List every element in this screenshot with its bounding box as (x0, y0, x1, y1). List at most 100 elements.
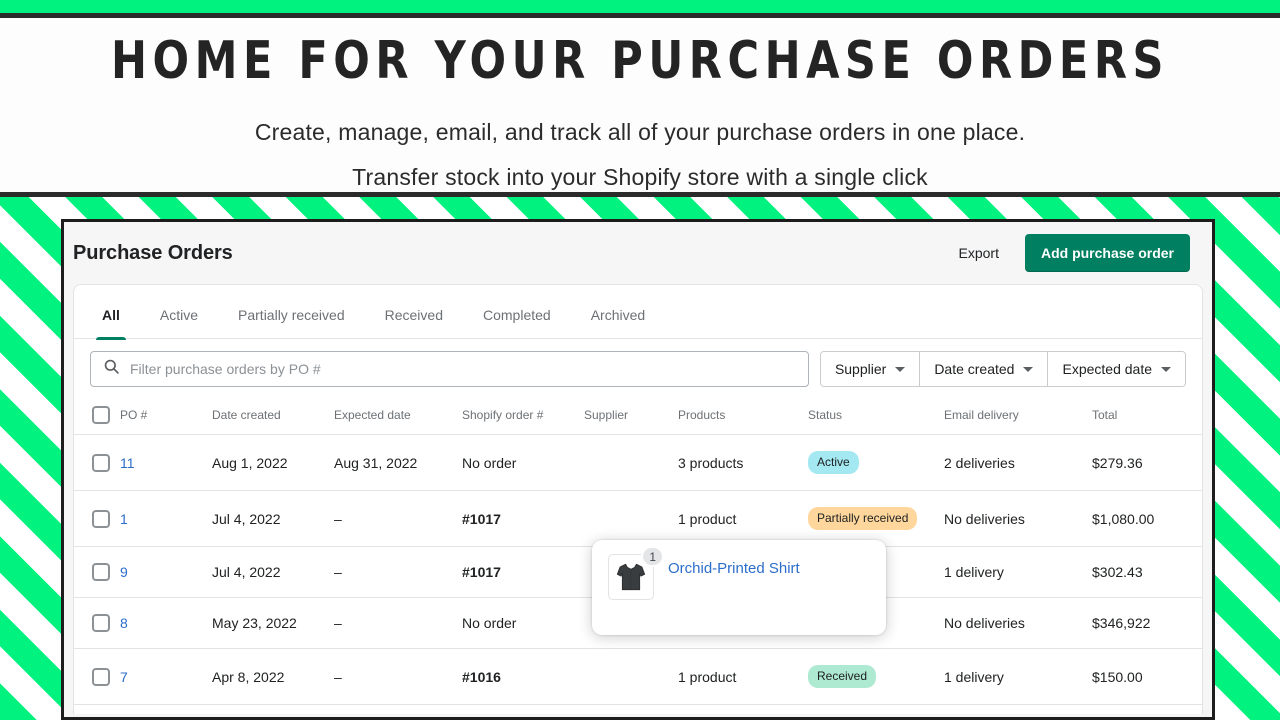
date-created-cell: Apr 1, 2022 (212, 704, 334, 714)
supplier-cell (584, 434, 678, 491)
date-created-filter-button[interactable]: Date created (920, 352, 1049, 386)
search-input[interactable] (130, 361, 796, 377)
po-number-cell: 9 (120, 546, 212, 598)
export-button[interactable]: Export (955, 239, 1003, 267)
table-header-row: PO # Date created Expected date Shopify … (74, 398, 1202, 435)
po-number-cell: 11 (120, 434, 212, 491)
total-cell: $23.00 (1092, 704, 1202, 714)
row-checkbox[interactable] (92, 667, 110, 686)
page-title: HOME FOR YOUR PURCHASE ORDERS (110, 31, 1170, 91)
card-title: Purchase Orders (73, 241, 233, 264)
row-checkbox[interactable] (92, 509, 110, 528)
select-all-header (74, 398, 120, 435)
filter-dropdown-group: Supplier Date created Expected date (819, 351, 1186, 387)
table-row[interactable]: 11 Aug 1, 2022 Aug 31, 2022 No order 3 produ… (74, 434, 1202, 491)
products-cell: 1 product (678, 648, 808, 705)
status-cell: Received (808, 648, 944, 705)
po-number-link[interactable]: 8 (120, 615, 128, 631)
expected-date-cell: Jul 22, 2022 (334, 704, 462, 714)
email-delivery-cell: No deliveries (944, 704, 1092, 714)
po-number-cell: 8 (120, 597, 212, 649)
supplier-cell (584, 490, 678, 547)
table-row[interactable]: 6Apr 1, 2022Jul 22, 2022No order 1 produc… (74, 704, 1202, 714)
expected-date-filter-button[interactable]: Expected date (1048, 352, 1185, 386)
tab-completed[interactable]: Completed (463, 307, 571, 338)
email-delivery-cell: 2 deliveries (944, 434, 1092, 491)
chevron-down-icon (1023, 366, 1034, 372)
po-number-link[interactable]: 9 (120, 564, 128, 580)
expected-date-cell: – (334, 597, 462, 649)
popover-product-link[interactable]: Orchid-Printed Shirt (668, 560, 800, 577)
column-header-status[interactable]: Status (808, 398, 944, 435)
chevron-down-icon (895, 366, 906, 372)
tab-active[interactable]: Active (140, 307, 218, 338)
po-number-link[interactable]: 7 (120, 669, 128, 685)
date-created-cell: Jul 4, 2022 (212, 546, 334, 598)
products-cell: 3 products (678, 434, 808, 491)
supplier-cell (584, 648, 678, 705)
email-delivery-cell: 1 delivery (944, 648, 1092, 705)
screenshot-root: HOME FOR YOUR PURCHASE ORDERS Create, ma… (0, 0, 1280, 720)
table-row[interactable]: 7 Apr 8, 2022– #1016 1 product Received 1 del… (74, 648, 1202, 705)
total-cell: $279.36 (1092, 434, 1202, 491)
email-delivery-cell: No deliveries (944, 597, 1092, 649)
products-cell: 1 product (678, 490, 808, 547)
po-number-cell: 7 (120, 648, 212, 705)
expected-date-cell: – (334, 546, 462, 598)
supplier-filter-button[interactable]: Supplier (820, 352, 921, 386)
date-created-cell: Aug 1, 2022 (212, 434, 334, 491)
expected-date-cell: – (334, 490, 462, 547)
po-number-cell: 6 (120, 704, 212, 714)
supplier-filter-label: Supplier (834, 361, 887, 377)
status-badge: Received (808, 665, 877, 688)
purchase-orders-panel: All Active Partially received Received C… (73, 284, 1203, 714)
row-select-cell (74, 704, 120, 714)
header-actions: Export Add purchase order (955, 234, 1190, 272)
expected-date-cell: Aug 31, 2022 (334, 434, 462, 491)
column-header-total[interactable]: Total (1092, 398, 1202, 435)
top-accent-bar (0, 0, 1280, 13)
add-purchase-order-button[interactable]: Add purchase order (1024, 234, 1190, 272)
tab-received[interactable]: Received (365, 307, 463, 338)
row-checkbox[interactable] (92, 563, 110, 581)
row-checkbox[interactable] (92, 614, 110, 632)
popover-thumbnail-wrap: 1 (608, 546, 664, 600)
status-badge: Active (808, 451, 859, 474)
tab-bar: All Active Partially received Received C… (74, 285, 1202, 340)
search-icon (103, 358, 120, 380)
shopify-order-cell: #1017 (462, 546, 584, 598)
po-number-link[interactable]: 11 (120, 455, 135, 471)
column-header-date-created[interactable]: Date created (212, 398, 334, 435)
tab-archived[interactable]: Archived (571, 307, 665, 338)
table-row[interactable]: 1 Jul 4, 2022– #1017 1 product Partially rec… (74, 490, 1202, 547)
tab-partially-received[interactable]: Partially received (218, 307, 365, 338)
popover-product-row: 1 Orchid-Printed Shirt (608, 546, 870, 600)
column-header-email-delivery[interactable]: Email delivery (944, 398, 1092, 435)
products-cell: 1 product (678, 704, 808, 714)
table-head: PO # Date created Expected date Shopify … (74, 398, 1202, 435)
tab-all[interactable]: All (82, 307, 140, 340)
hero-section: HOME FOR YOUR PURCHASE ORDERS Create, ma… (0, 18, 1280, 192)
shopify-order-cell: #1016 (462, 648, 584, 705)
shopify-order-cell: No order (462, 434, 584, 491)
date-created-cell: Jul 4, 2022 (212, 490, 334, 547)
po-number-link[interactable]: 1 (120, 511, 128, 527)
total-cell: $346,922 (1092, 597, 1202, 649)
shopify-order-cell: No order (462, 597, 584, 649)
row-select-cell (74, 490, 120, 547)
select-all-checkbox[interactable] (92, 406, 110, 424)
date-created-filter-label: Date created (934, 361, 1015, 377)
shopify-order-cell: #1017 (462, 490, 584, 547)
column-header-supplier[interactable]: Supplier (584, 398, 678, 435)
column-header-shopify-order[interactable]: Shopify order # (462, 398, 584, 435)
row-select-cell (74, 434, 120, 491)
column-header-expected-date[interactable]: Expected date (334, 398, 462, 435)
total-cell: $150.00 (1092, 648, 1202, 705)
column-header-products[interactable]: Products (678, 398, 808, 435)
search-box[interactable] (90, 351, 809, 387)
po-number-cell: 1 (120, 490, 212, 547)
column-header-po[interactable]: PO # (120, 398, 212, 435)
row-select-cell (74, 597, 120, 649)
date-created-cell: May 23, 2022 (212, 597, 334, 649)
row-checkbox[interactable] (92, 453, 110, 472)
